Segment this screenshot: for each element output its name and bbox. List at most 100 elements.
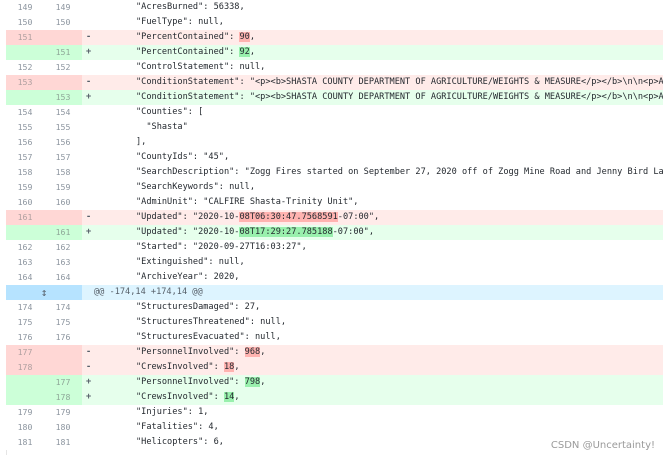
code-line: "Extinguished": null, <box>99 255 663 270</box>
new-line-number[interactable]: 161 <box>44 225 82 240</box>
new-line-number[interactable]: 163 <box>44 255 82 270</box>
new-line-number[interactable]: 179 <box>44 405 82 420</box>
deletion-marker: - <box>86 212 92 222</box>
code-line: "Counties": [ <box>99 105 663 120</box>
code-text-suffix: -07:00", <box>332 227 375 237</box>
expand-hunk-button[interactable]: ↕ <box>6 285 82 300</box>
new-line-number[interactable]: 158 <box>44 165 82 180</box>
new-line-number[interactable] <box>44 30 82 45</box>
changed-word-highlight: 798 <box>244 377 261 387</box>
code-line: "Started": "2020-09-27T16:03:27", <box>99 240 663 255</box>
code-line: "SearchDescription": "Zogg Fires started… <box>99 165 663 180</box>
diff-line-del: 161- "Updated": "2020-10-08T06:30:47.7568… <box>6 210 663 225</box>
code-text-suffix: -07:00", <box>337 212 380 222</box>
code-text: "Extinguished": null, <box>136 257 245 267</box>
old-line-number[interactable]: 154 <box>6 105 44 120</box>
code-text: "Shasta" <box>136 122 188 132</box>
deletion-marker: - <box>86 32 92 42</box>
old-line-number[interactable]: 181 <box>6 435 44 450</box>
new-line-number[interactable]: 176 <box>44 330 82 345</box>
code-text: "CrewsInvolved": <box>136 362 224 372</box>
old-line-number[interactable] <box>6 375 44 390</box>
new-line-number[interactable]: 154 <box>44 105 82 120</box>
code-line: "ControlStatement": null, <box>99 60 663 75</box>
new-line-number[interactable]: 175 <box>44 315 82 330</box>
addition-marker: + <box>86 47 92 57</box>
old-line-number[interactable]: 152 <box>6 60 44 75</box>
diff-line-ctx: 154 154 "Counties": [ <box>6 105 663 120</box>
watermark: CSDN @Uncertainty! <box>550 440 655 451</box>
old-line-number[interactable]: 160 <box>6 195 44 210</box>
code-text: "Counties": [ <box>136 107 204 117</box>
diff-line-add: 177 + "PersonnelInvolved": 798, <box>6 375 663 390</box>
code-text: "ArchiveYear": 2020, <box>136 272 240 282</box>
old-line-number[interactable]: 179 <box>6 405 44 420</box>
old-line-number[interactable]: 164 <box>6 270 44 285</box>
code-line: "Injuries": 1, <box>99 405 663 420</box>
old-line-number[interactable]: 159 <box>6 180 44 195</box>
old-line-number[interactable]: 153 <box>6 75 44 90</box>
changed-word-highlight: 92 <box>239 47 250 57</box>
code-line: "CrewsInvolved": 14, <box>99 390 663 405</box>
new-line-number[interactable]: 157 <box>44 150 82 165</box>
new-line-number[interactable]: 155 <box>44 120 82 135</box>
hunk-header-text: @@ -174,14 +174,14 @@ <box>94 287 203 297</box>
diff-line-add: 151 + "PercentContained": 92, <box>6 45 663 60</box>
new-line-number[interactable] <box>44 210 82 225</box>
old-line-number[interactable] <box>6 390 44 405</box>
old-line-number[interactable]: 151 <box>6 30 44 45</box>
code-line: "Shasta" <box>99 120 663 135</box>
new-line-number[interactable]: 152 <box>44 60 82 75</box>
code-text-suffix: , <box>234 392 240 402</box>
new-line-number[interactable]: 164 <box>44 270 82 285</box>
old-line-number[interactable] <box>6 45 44 60</box>
new-line-number[interactable]: 162 <box>44 240 82 255</box>
new-line-number[interactable] <box>44 345 82 360</box>
code-text: "AcresBurned": 56338, <box>136 2 245 12</box>
deletion-marker: - <box>86 362 92 372</box>
new-line-number[interactable]: 180 <box>44 420 82 435</box>
old-line-number[interactable]: 161 <box>6 210 44 225</box>
old-line-number[interactable]: 149 <box>6 0 44 15</box>
code-text: "StructuresThreatened": null, <box>136 317 287 327</box>
old-line-number[interactable]: 157 <box>6 150 44 165</box>
diff-line-ctx: 159 159 "SearchKeywords": null, <box>6 180 663 195</box>
old-line-number[interactable]: 175 <box>6 315 44 330</box>
code-text: "Started": "2020-09-27T16:03:27", <box>136 242 307 252</box>
new-line-number[interactable] <box>44 75 82 90</box>
code-line: "AdminUnit": "CALFIRE Shasta-Trinity Uni… <box>99 195 663 210</box>
new-line-number[interactable]: 159 <box>44 180 82 195</box>
old-line-number[interactable]: 176 <box>6 330 44 345</box>
old-line-number[interactable]: 174 <box>6 300 44 315</box>
new-line-number[interactable]: 149 <box>44 0 82 15</box>
old-line-number[interactable]: 162 <box>6 240 44 255</box>
new-line-number[interactable]: 177 <box>44 375 82 390</box>
old-line-number[interactable]: 158 <box>6 165 44 180</box>
code-line: "CrewsInvolved": 18, <box>99 360 663 375</box>
new-line-number[interactable]: 174 <box>44 300 82 315</box>
diff-line-ctx: 158 158 "SearchDescription": "Zogg Fires s… <box>6 165 663 180</box>
old-line-number[interactable] <box>6 90 44 105</box>
old-line-number[interactable]: 178 <box>6 360 44 375</box>
new-line-number[interactable]: 160 <box>44 195 82 210</box>
old-line-number[interactable]: 155 <box>6 120 44 135</box>
new-line-number[interactable]: 156 <box>44 135 82 150</box>
old-line-number[interactable]: 150 <box>6 15 44 30</box>
new-line-number[interactable]: 181 <box>44 435 82 450</box>
diff-line-del: 153 - "ConditionStatement": "<p><b>SHASTA … <box>6 75 663 90</box>
old-line-number[interactable]: 177 <box>6 345 44 360</box>
new-line-number[interactable]: 178 <box>44 390 82 405</box>
code-text: "CountyIds": "45", <box>136 152 230 162</box>
new-line-number[interactable]: 151 <box>44 45 82 60</box>
old-line-number[interactable]: 180 <box>6 420 44 435</box>
old-line-number[interactable]: 163 <box>6 255 44 270</box>
new-line-number[interactable]: 153 <box>44 90 82 105</box>
new-line-number[interactable] <box>44 360 82 375</box>
old-line-number[interactable]: 156 <box>6 135 44 150</box>
diff-line-ctx: 179 179 "Injuries": 1, <box>6 405 663 420</box>
code-line: "FuelType": null, <box>99 15 663 30</box>
code-line: ], <box>99 135 663 150</box>
old-line-number[interactable] <box>6 225 44 240</box>
changed-word-highlight: 18 <box>223 362 235 372</box>
new-line-number[interactable]: 150 <box>44 15 82 30</box>
